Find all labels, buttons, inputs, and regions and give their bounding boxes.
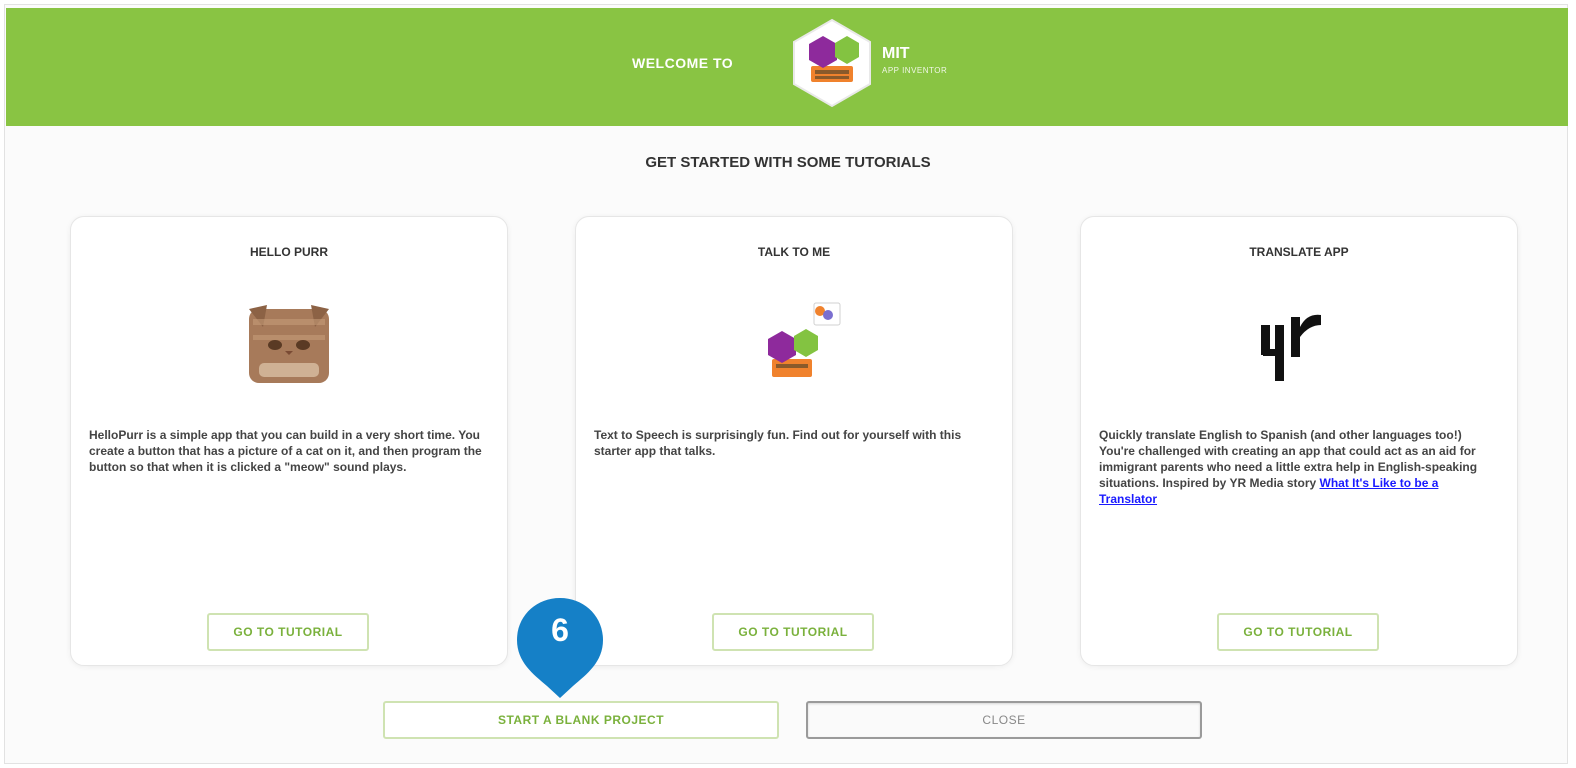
go-to-tutorial-button-translate-app[interactable]: GO TO TUTORIAL: [1217, 613, 1379, 651]
tutorial-card-translate-app: TRANSLATE APP Quickly translate English …: [1080, 216, 1518, 666]
go-to-tutorial-button-talk-to-me[interactable]: GO TO TUTORIAL: [712, 613, 874, 651]
cat-icon: [249, 305, 329, 383]
tutorials-heading: GET STARTED WITH SOME TUTORIALS: [645, 154, 931, 171]
card-description: HelloPurr is a simple app that you can b…: [89, 428, 482, 474]
card-description: Text to Speech is surprisingly fun. Find…: [594, 428, 962, 458]
tutorial-card-hello-purr: HELLO PURR HelloPurr is a simple app tha…: [70, 216, 508, 666]
welcome-text: WELCOME TO: [632, 55, 734, 71]
logo-title: MIT: [882, 45, 910, 62]
start-blank-project-button[interactable]: START A BLANK PROJECT: [383, 701, 779, 739]
app-inventor-logo: [793, 18, 871, 108]
close-button[interactable]: CLOSE: [806, 701, 1202, 739]
go-to-tutorial-button-hello-purr[interactable]: GO TO TUTORIAL: [207, 613, 369, 651]
callout-number: 6: [551, 612, 569, 648]
logo-subtitle: APP INVENTOR: [882, 66, 948, 75]
card-description: Quickly translate English to Spanish (an…: [1099, 427, 1499, 507]
card-title: TRANSLATE APP: [1249, 245, 1349, 259]
tutorial-card-talk-to-me: TALK TO ME Text to Speech is surprisingl…: [575, 216, 1013, 666]
card-title: HELLO PURR: [250, 245, 328, 259]
card-title: TALK TO ME: [757, 245, 831, 259]
talk-to-me-icon: [768, 302, 841, 377]
yr-logo-icon: [1261, 314, 1321, 381]
